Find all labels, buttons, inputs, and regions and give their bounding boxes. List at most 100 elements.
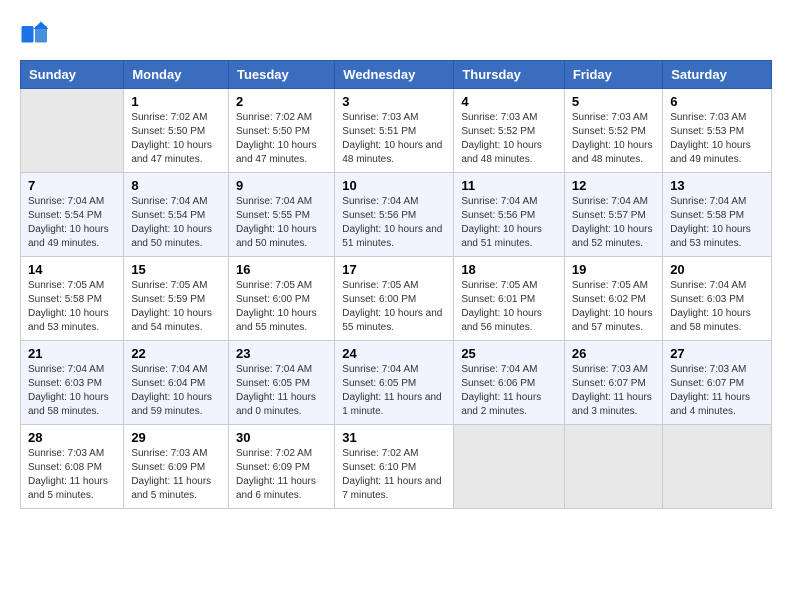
day-cell: 15 Sunrise: 7:05 AMSunset: 5:59 PMDayligh…: [124, 257, 229, 341]
week-row-4: 21 Sunrise: 7:04 AMSunset: 6:03 PMDayligh…: [21, 341, 772, 425]
day-cell: 21 Sunrise: 7:04 AMSunset: 6:03 PMDayligh…: [21, 341, 124, 425]
day-info: Sunrise: 7:05 AMSunset: 6:00 PMDaylight:…: [342, 279, 446, 335]
day-info: Sunrise: 7:02 AMSunset: 5:50 PMDaylight:…: [131, 111, 221, 167]
day-cell: 26 Sunrise: 7:03 AMSunset: 6:07 PMDayligh…: [564, 341, 662, 425]
day-number: 15: [131, 262, 221, 277]
col-header-thursday: Thursday: [454, 61, 565, 89]
day-info: Sunrise: 7:03 AMSunset: 6:08 PMDaylight:…: [28, 447, 116, 503]
day-cell: 13 Sunrise: 7:04 AMSunset: 5:58 PMDayligh…: [663, 173, 772, 257]
day-info: Sunrise: 7:05 AMSunset: 6:00 PMDaylight:…: [236, 279, 327, 335]
day-cell: 24 Sunrise: 7:04 AMSunset: 6:05 PMDayligh…: [335, 341, 454, 425]
day-info: Sunrise: 7:05 AMSunset: 6:01 PMDaylight:…: [461, 279, 557, 335]
day-cell: 22 Sunrise: 7:04 AMSunset: 6:04 PMDayligh…: [124, 341, 229, 425]
day-cell: 25Sunrise: 7:04 AMSunset: 6:06 PMDayligh…: [454, 341, 565, 425]
day-cell: 9Sunrise: 7:04 AMSunset: 5:55 PMDaylight…: [228, 173, 334, 257]
day-number: 5: [572, 94, 655, 109]
day-cell: 12 Sunrise: 7:04 AMSunset: 5:57 PMDayligh…: [564, 173, 662, 257]
col-header-friday: Friday: [564, 61, 662, 89]
day-info: Sunrise: 7:05 AMSunset: 5:59 PMDaylight:…: [131, 279, 221, 335]
day-info: Sunrise: 7:04 AMSunset: 6:06 PMDaylight:…: [461, 363, 557, 419]
day-number: 6: [670, 94, 764, 109]
day-info: Sunrise: 7:05 AMSunset: 6:02 PMDaylight:…: [572, 279, 655, 335]
day-number: 28: [28, 430, 116, 445]
day-number: 17: [342, 262, 446, 277]
day-number: 11: [461, 178, 557, 193]
col-header-wednesday: Wednesday: [335, 61, 454, 89]
day-number: 22: [131, 346, 221, 361]
day-info: Sunrise: 7:04 AMSunset: 6:05 PMDaylight:…: [342, 363, 446, 419]
week-row-1: 1 Sunrise: 7:02 AMSunset: 5:50 PMDaylight…: [21, 89, 772, 173]
day-info: Sunrise: 7:04 AMSunset: 6:03 PMDaylight:…: [670, 279, 764, 335]
day-info: Sunrise: 7:04 AMSunset: 6:03 PMDaylight:…: [28, 363, 116, 419]
day-number: 19: [572, 262, 655, 277]
day-cell: [21, 89, 124, 173]
day-cell: [663, 425, 772, 509]
day-info: Sunrise: 7:04 AMSunset: 5:54 PMDaylight:…: [28, 195, 116, 251]
day-cell: 5 Sunrise: 7:03 AMSunset: 5:52 PMDaylight…: [564, 89, 662, 173]
day-number: 8: [131, 178, 221, 193]
day-number: 3: [342, 94, 446, 109]
day-number: 31: [342, 430, 446, 445]
day-info: Sunrise: 7:03 AMSunset: 5:52 PMDaylight:…: [572, 111, 655, 167]
day-cell: [564, 425, 662, 509]
day-cell: 18 Sunrise: 7:05 AMSunset: 6:01 PMDayligh…: [454, 257, 565, 341]
day-info: Sunrise: 7:04 AMSunset: 5:57 PMDaylight:…: [572, 195, 655, 251]
day-info: Sunrise: 7:03 AMSunset: 6:09 PMDaylight:…: [131, 447, 221, 503]
day-cell: 11 Sunrise: 7:04 AMSunset: 5:56 PMDayligh…: [454, 173, 565, 257]
day-cell: 27 Sunrise: 7:03 AMSunset: 6:07 PMDayligh…: [663, 341, 772, 425]
day-cell: 10 Sunrise: 7:04 AMSunset: 5:56 PMDayligh…: [335, 173, 454, 257]
day-number: 10: [342, 178, 446, 193]
day-number: 20: [670, 262, 764, 277]
day-info: Sunrise: 7:02 AMSunset: 6:10 PMDaylight:…: [342, 447, 446, 503]
col-header-sunday: Sunday: [21, 61, 124, 89]
day-number: 27: [670, 346, 764, 361]
day-info: Sunrise: 7:04 AMSunset: 6:04 PMDaylight:…: [131, 363, 221, 419]
logo: [20, 20, 54, 50]
week-row-3: 14Sunrise: 7:05 AMSunset: 5:58 PMDayligh…: [21, 257, 772, 341]
day-number: 16: [236, 262, 327, 277]
day-cell: 16 Sunrise: 7:05 AMSunset: 6:00 PMDayligh…: [228, 257, 334, 341]
day-cell: 7 Sunrise: 7:04 AMSunset: 5:54 PMDaylight…: [21, 173, 124, 257]
day-cell: 31 Sunrise: 7:02 AMSunset: 6:10 PMDayligh…: [335, 425, 454, 509]
day-number: 9: [236, 178, 327, 193]
col-header-saturday: Saturday: [663, 61, 772, 89]
day-number: 26: [572, 346, 655, 361]
day-number: 18: [461, 262, 557, 277]
day-number: 13: [670, 178, 764, 193]
day-info: Sunrise: 7:04 AMSunset: 5:56 PMDaylight:…: [342, 195, 446, 251]
day-info: Sunrise: 7:03 AMSunset: 5:52 PMDaylight:…: [461, 111, 557, 167]
day-info: Sunrise: 7:03 AMSunset: 6:07 PMDaylight:…: [670, 363, 764, 419]
day-cell: 2 Sunrise: 7:02 AMSunset: 5:50 PMDaylight…: [228, 89, 334, 173]
day-number: 21: [28, 346, 116, 361]
day-cell: 6 Sunrise: 7:03 AMSunset: 5:53 PMDaylight…: [663, 89, 772, 173]
col-header-tuesday: Tuesday: [228, 61, 334, 89]
day-info: Sunrise: 7:02 AMSunset: 5:50 PMDaylight:…: [236, 111, 327, 167]
day-info: Sunrise: 7:04 AMSunset: 5:58 PMDaylight:…: [670, 195, 764, 251]
day-number: 23: [236, 346, 327, 361]
day-number: 7: [28, 178, 116, 193]
day-cell: 14Sunrise: 7:05 AMSunset: 5:58 PMDayligh…: [21, 257, 124, 341]
calendar-table: SundayMondayTuesdayWednesdayThursdayFrid…: [20, 60, 772, 509]
day-cell: 19 Sunrise: 7:05 AMSunset: 6:02 PMDayligh…: [564, 257, 662, 341]
day-info: Sunrise: 7:03 AMSunset: 6:07 PMDaylight:…: [572, 363, 655, 419]
day-cell: [454, 425, 565, 509]
day-info: Sunrise: 7:03 AMSunset: 5:51 PMDaylight:…: [342, 111, 446, 167]
day-cell: 3 Sunrise: 7:03 AMSunset: 5:51 PMDaylight…: [335, 89, 454, 173]
day-info: Sunrise: 7:05 AMSunset: 5:58 PMDaylight:…: [28, 279, 116, 335]
day-cell: 1 Sunrise: 7:02 AMSunset: 5:50 PMDaylight…: [124, 89, 229, 173]
day-cell: 17 Sunrise: 7:05 AMSunset: 6:00 PMDayligh…: [335, 257, 454, 341]
day-number: 24: [342, 346, 446, 361]
day-info: Sunrise: 7:03 AMSunset: 5:53 PMDaylight:…: [670, 111, 764, 167]
day-number: 4: [461, 94, 557, 109]
day-number: 12: [572, 178, 655, 193]
day-number: 2: [236, 94, 327, 109]
day-number: 29: [131, 430, 221, 445]
day-info: Sunrise: 7:02 AMSunset: 6:09 PMDaylight:…: [236, 447, 327, 503]
day-cell: 28 Sunrise: 7:03 AMSunset: 6:08 PMDayligh…: [21, 425, 124, 509]
day-cell: 8Sunrise: 7:04 AMSunset: 5:54 PMDaylight…: [124, 173, 229, 257]
day-cell: 20 Sunrise: 7:04 AMSunset: 6:03 PMDayligh…: [663, 257, 772, 341]
day-info: Sunrise: 7:04 AMSunset: 5:56 PMDaylight:…: [461, 195, 557, 251]
day-number: 1: [131, 94, 221, 109]
day-cell: 23Sunrise: 7:04 AMSunset: 6:05 PMDayligh…: [228, 341, 334, 425]
logo-icon: [20, 20, 50, 50]
